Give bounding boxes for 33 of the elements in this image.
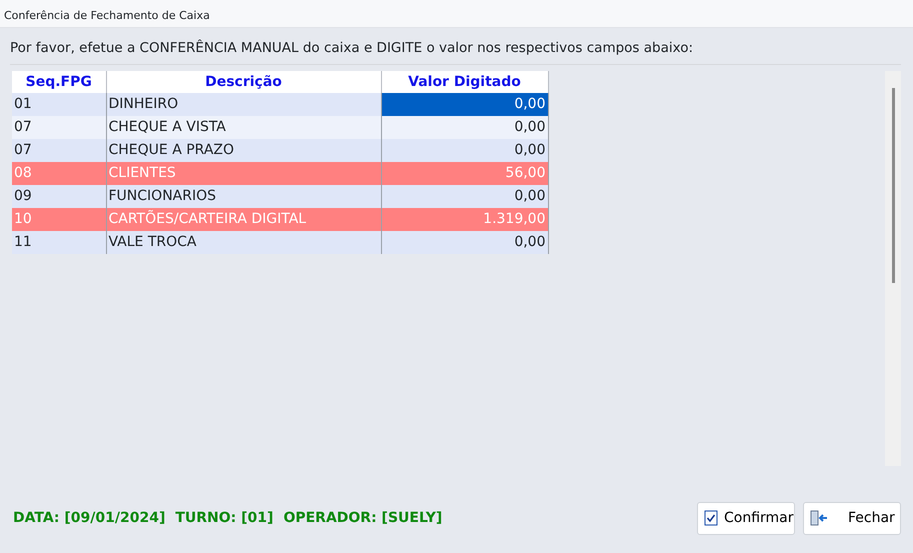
table-cell: DINHEIRO <box>106 93 381 116</box>
table-cell: CHEQUE A VISTA <box>106 116 381 139</box>
close-button[interactable]: Fechar <box>803 502 901 534</box>
table-cell: 10 <box>12 208 106 231</box>
value-field[interactable]: 0,00 <box>381 93 548 116</box>
table-cell: VALE TROCA <box>106 231 381 254</box>
table-cell: CARTÕES/CARTEIRA DIGITAL <box>106 208 381 231</box>
window-title: Conferência de Fechamento de Caixa <box>0 0 913 28</box>
table-cell: 07 <box>12 139 106 162</box>
table-cell: 01 <box>12 93 106 116</box>
table-cell: CHEQUE A PRAZO <box>106 139 381 162</box>
scrollbar-thumb[interactable] <box>892 88 894 283</box>
value-field[interactable]: 0,00 <box>381 116 548 139</box>
checkbox-icon <box>704 510 718 526</box>
value-field[interactable]: 0,00 <box>381 185 548 208</box>
table-cell: 08 <box>12 162 106 185</box>
value-field[interactable]: 0,00 <box>381 231 548 254</box>
status-text: DATA: [09/01/2024] <box>13 508 166 528</box>
table-cell: 11 <box>12 231 106 254</box>
table-cell: FUNCIONARIOS <box>106 185 381 208</box>
instruction-text: Por favor, efetue a CONFERÊNCIA MANUAL do caixa e DIGITE o valor nos respectivos campos abaixo: <box>9 38 694 58</box>
column-header[interactable]: Descrição <box>106 71 381 93</box>
scrollbar[interactable] <box>885 71 901 466</box>
status-text: TURNO: [01] <box>175 508 274 528</box>
table-cell: CLIENTES <box>106 162 381 185</box>
value-field[interactable]: 0,00 <box>381 139 548 162</box>
column-header[interactable]: Seq.FPG <box>12 71 106 93</box>
table-cell: 09 <box>12 185 106 208</box>
table-cell: 07 <box>12 116 106 139</box>
exit-door-icon <box>810 510 828 526</box>
column-header[interactable]: Valor Digitado <box>381 71 548 93</box>
status-text: OPERADOR: [SUELY] <box>283 508 442 528</box>
confirm-button[interactable]: Confirmar <box>697 502 795 534</box>
